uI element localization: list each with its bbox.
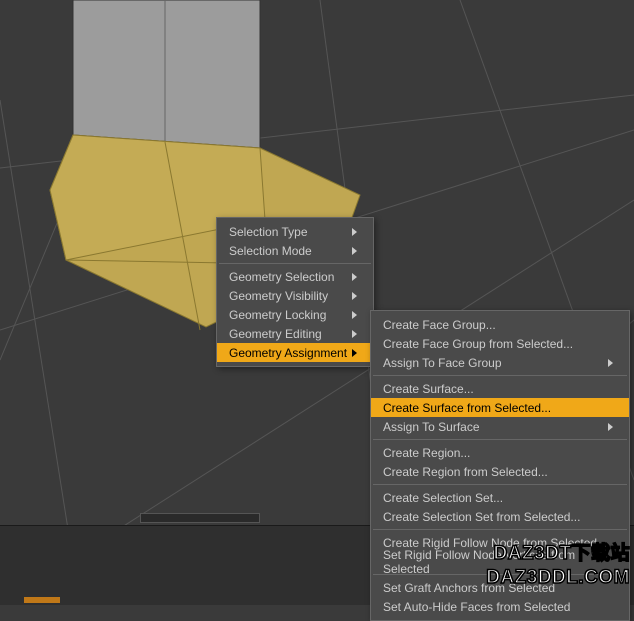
- main-menu-item-1[interactable]: Selection Mode: [217, 241, 373, 260]
- assignment-menu-item-6[interactable]: Assign To Surface: [371, 417, 629, 436]
- menu-item-label: Create Region...: [383, 446, 470, 460]
- submenu-arrow-icon: [608, 359, 613, 367]
- assignment-menu-item-12[interactable]: Create Selection Set from Selected...: [371, 507, 629, 526]
- submenu-arrow-icon: [352, 292, 357, 300]
- assignment-menu-item-9[interactable]: Create Region from Selected...: [371, 462, 629, 481]
- menu-item-label: Create Face Group...: [383, 318, 496, 332]
- submenu-arrow-icon: [352, 247, 357, 255]
- assignment-menu-item-18[interactable]: Set Auto-Hide Faces from Selected: [371, 597, 629, 616]
- watermark: DAZ3DT下载站 DAZ3DDL.COM: [486, 538, 630, 589]
- submenu-arrow-icon: [352, 311, 357, 319]
- assignment-menu-item-1[interactable]: Create Face Group from Selected...: [371, 334, 629, 353]
- assignment-menu-item-11[interactable]: Create Selection Set...: [371, 488, 629, 507]
- status-indicator: [24, 597, 60, 603]
- menu-item-label: Set Auto-Hide Faces from Selected: [383, 600, 570, 614]
- menu-item-label: Geometry Selection: [229, 270, 334, 284]
- assignment-menu-item-2[interactable]: Assign To Face Group: [371, 353, 629, 372]
- assignment-menu-item-0[interactable]: Create Face Group...: [371, 315, 629, 334]
- menu-item-label: Geometry Editing: [229, 327, 322, 341]
- assignment-menu-item-8[interactable]: Create Region...: [371, 443, 629, 462]
- watermark-line-2: DAZ3DDL.COM: [486, 567, 630, 589]
- main-menu-item-5[interactable]: Geometry Locking: [217, 305, 373, 324]
- menu-separator: [373, 529, 627, 530]
- main-menu-item-4[interactable]: Geometry Visibility: [217, 286, 373, 305]
- menu-item-label: Geometry Visibility: [229, 289, 328, 303]
- menu-separator: [373, 375, 627, 376]
- menu-item-label: Selection Type: [229, 225, 308, 239]
- menu-item-label: Create Selection Set from Selected...: [383, 510, 580, 524]
- submenu-arrow-icon: [352, 330, 357, 338]
- submenu-arrow-icon: [608, 423, 613, 431]
- menu-item-label: Create Surface...: [383, 382, 474, 396]
- assignment-menu-item-5[interactable]: Create Surface from Selected...: [371, 398, 629, 417]
- main-menu-item-3[interactable]: Geometry Selection: [217, 267, 373, 286]
- main-menu-item-6[interactable]: Geometry Editing: [217, 324, 373, 343]
- menu-item-label: Create Region from Selected...: [383, 465, 548, 479]
- submenu-arrow-icon: [352, 228, 357, 236]
- watermark-line-1: DAZ3DT下载站: [486, 538, 630, 565]
- menu-item-label: Create Face Group from Selected...: [383, 337, 573, 351]
- main-menu-item-0[interactable]: Selection Type: [217, 222, 373, 241]
- assignment-menu-item-4[interactable]: Create Surface...: [371, 379, 629, 398]
- menu-separator: [373, 484, 627, 485]
- menu-item-label: Create Selection Set...: [383, 491, 503, 505]
- timeline-scrubber[interactable]: [140, 513, 260, 523]
- submenu-arrow-icon: [352, 273, 357, 281]
- menu-item-label: Geometry Locking: [229, 308, 326, 322]
- menu-separator: [373, 439, 627, 440]
- menu-item-label: Selection Mode: [229, 244, 312, 258]
- submenu-arrow-icon: [352, 349, 357, 357]
- main-menu-item-7[interactable]: Geometry Assignment: [217, 343, 373, 362]
- menu-item-label: Create Surface from Selected...: [383, 401, 551, 415]
- menu-item-label: Assign To Surface: [383, 420, 480, 434]
- menu-separator: [219, 263, 371, 264]
- context-menu-main[interactable]: Selection Type Selection Mode Geometry Sel…: [216, 217, 374, 367]
- menu-item-label: Geometry Assignment: [229, 346, 347, 360]
- menu-item-label: Assign To Face Group: [383, 356, 502, 370]
